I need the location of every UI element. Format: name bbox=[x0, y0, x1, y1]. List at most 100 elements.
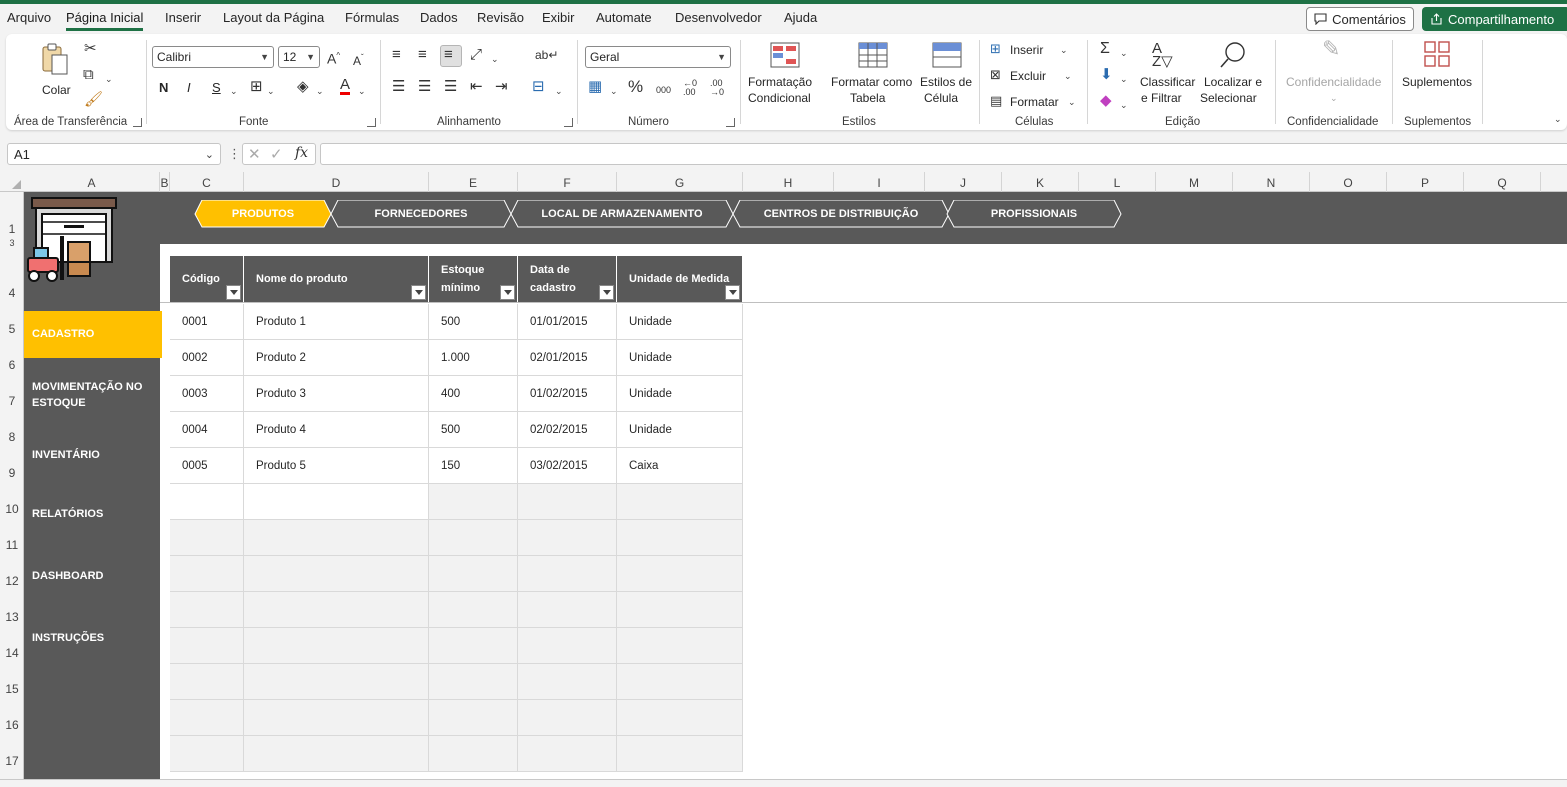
borders-icon[interactable]: ⊞ bbox=[250, 78, 263, 96]
cell-codigo[interactable]: 0002 bbox=[170, 340, 244, 376]
cell-nome[interactable]: Produto 4 bbox=[244, 412, 429, 448]
menu-exibir[interactable]: Exibir bbox=[542, 10, 575, 25]
menu-ajuda[interactable]: Ajuda bbox=[784, 10, 817, 25]
filter-dropdown-icon[interactable] bbox=[411, 285, 426, 300]
cell-data[interactable]: 03/02/2015 bbox=[518, 448, 617, 484]
row-header-14[interactable]: 14 bbox=[0, 646, 24, 660]
cancel-icon[interactable]: ✕ bbox=[248, 145, 261, 163]
format-cells-button[interactable]: ▤ Formatar ⌄ bbox=[990, 92, 1080, 112]
row-header-13[interactable]: 13 bbox=[0, 610, 24, 624]
chevron-down-icon[interactable]: ⌄ bbox=[1120, 44, 1128, 62]
name-box[interactable]: A1 ⌄ bbox=[7, 143, 221, 165]
format-painter-icon[interactable]: 🖌 bbox=[84, 91, 103, 109]
cell-nome[interactable]: Produto 2 bbox=[244, 340, 429, 376]
table-header-data[interactable]: Data de cadastro bbox=[518, 256, 617, 302]
cell-data[interactable]: 02/01/2015 bbox=[518, 340, 617, 376]
table-header-nome[interactable]: Nome do produto bbox=[244, 256, 429, 302]
align-top-icon[interactable]: ≡ bbox=[392, 46, 401, 64]
empty-cell[interactable] bbox=[170, 484, 244, 520]
row-header-12[interactable]: 12 bbox=[0, 574, 24, 588]
chevron-down-icon[interactable]: ⌄ bbox=[358, 82, 366, 100]
filter-dropdown-icon[interactable] bbox=[725, 285, 740, 300]
decrease-indent-icon[interactable]: ⇤ bbox=[470, 78, 483, 96]
format-as-table-button[interactable]: Formatar como Tabela bbox=[830, 40, 916, 106]
row-header-7[interactable]: 7 bbox=[0, 394, 24, 408]
sidebar-item-dashboard[interactable]: DASHBOARD bbox=[32, 568, 104, 584]
chevron-down-icon[interactable]: ⌄ bbox=[267, 82, 275, 100]
sidebar-item-inventario[interactable]: INVENTÁRIO bbox=[32, 447, 100, 463]
row-header-9[interactable]: 9 bbox=[0, 466, 24, 480]
sidebar-item-relatorios[interactable]: RELATÓRIOS bbox=[32, 506, 103, 522]
row-header-6[interactable]: 6 bbox=[0, 358, 24, 372]
menu-revisao[interactable]: Revisão bbox=[477, 10, 524, 25]
sensitivity-button[interactable]: ✎ Confidencialidade ⌄ bbox=[1282, 38, 1386, 106]
menu-pagina-inicial[interactable]: Página Inicial bbox=[66, 10, 144, 31]
bold-button[interactable]: N bbox=[159, 80, 168, 96]
cell-data[interactable]: 01/02/2015 bbox=[518, 376, 617, 412]
align-right-icon[interactable]: ☰ bbox=[444, 78, 457, 96]
row-header-8[interactable]: 8 bbox=[0, 430, 24, 444]
row-header-3[interactable]: 3 bbox=[0, 239, 24, 248]
table-header-unidade[interactable]: Unidade de Medida bbox=[617, 256, 743, 302]
column-header-a[interactable]: A bbox=[24, 172, 160, 192]
empty-cell[interactable] bbox=[617, 484, 743, 520]
fill-color-icon[interactable]: ◈ bbox=[297, 78, 309, 96]
menu-desenvolvedor[interactable]: Desenvolvedor bbox=[675, 10, 762, 25]
chevron-down-icon[interactable]: ⌄ bbox=[1120, 70, 1128, 88]
increase-indent-icon[interactable]: ⇥ bbox=[495, 78, 508, 96]
font-size-select[interactable]: 12 ▼ bbox=[278, 46, 320, 68]
tab-local-armazenamento[interactable]: LOCAL DE ARMAZENAMENTO bbox=[510, 200, 734, 228]
paste-button[interactable]: Colar bbox=[36, 40, 76, 100]
shrink-font-icon[interactable]: Aˇ bbox=[353, 49, 364, 70]
number-format-select[interactable]: Geral ▼ bbox=[585, 46, 731, 68]
number-launcher-icon[interactable] bbox=[726, 118, 735, 127]
sheet-tabs-bar[interactable] bbox=[0, 779, 1567, 787]
cell-estoque[interactable]: 500 bbox=[429, 304, 518, 340]
merge-center-icon[interactable]: ⊟ bbox=[532, 78, 545, 96]
empty-cell[interactable] bbox=[429, 484, 518, 520]
chevron-down-icon[interactable]: ⌄ bbox=[491, 50, 499, 68]
accounting-format-icon[interactable]: ▦ bbox=[588, 78, 602, 96]
cell-data[interactable]: 01/01/2015 bbox=[518, 304, 617, 340]
alignment-launcher-icon[interactable] bbox=[564, 118, 573, 127]
cell-estoque[interactable]: 1.000 bbox=[429, 340, 518, 376]
sidebar-item-movimentacao[interactable]: MOVIMENTAÇÃO NO ESTOQUE bbox=[32, 379, 142, 411]
cell-nome[interactable]: Produto 1 bbox=[244, 304, 429, 340]
fill-icon[interactable]: ⬇ bbox=[1100, 66, 1113, 84]
empty-row[interactable] bbox=[170, 520, 743, 556]
cell-nome[interactable]: Produto 5 bbox=[244, 448, 429, 484]
cell-unidade[interactable]: Unidade bbox=[617, 304, 743, 340]
chevron-down-icon[interactable]: ⌄ bbox=[1120, 96, 1128, 114]
italic-button[interactable]: I bbox=[187, 80, 191, 96]
empty-row[interactable] bbox=[170, 628, 743, 664]
copy-icon[interactable]: ⧉ bbox=[83, 66, 94, 84]
cell-unidade[interactable]: Unidade bbox=[617, 376, 743, 412]
decrease-decimal-icon[interactable]: .00 →0 bbox=[710, 79, 724, 97]
conditional-formatting-button[interactable]: Formatação Condicional bbox=[746, 40, 824, 106]
insert-function-icon[interactable]: fx bbox=[295, 145, 308, 161]
font-name-select[interactable]: Calibri ▼ bbox=[152, 46, 274, 68]
filter-dropdown-icon[interactable] bbox=[226, 285, 241, 300]
column-header-f[interactable]: F bbox=[518, 172, 617, 192]
table-header-codigo[interactable]: Código bbox=[170, 256, 244, 302]
row-header-4[interactable]: 4 bbox=[0, 286, 24, 300]
column-header-i[interactable]: I bbox=[834, 172, 925, 192]
row-header-5[interactable]: 5 bbox=[0, 322, 24, 336]
ribbon-collapse-icon[interactable]: ⌄ bbox=[1554, 110, 1562, 128]
font-color-icon[interactable]: A bbox=[340, 77, 351, 95]
insert-cells-button[interactable]: ⊞ Inserir ⌄ bbox=[990, 40, 1076, 60]
table-header-estoque[interactable]: Estoque mínimo bbox=[429, 256, 518, 302]
cell-nome[interactable]: Produto 3 bbox=[244, 376, 429, 412]
empty-row[interactable] bbox=[170, 592, 743, 628]
percent-icon[interactable]: % bbox=[628, 78, 643, 96]
filter-dropdown-icon[interactable] bbox=[500, 285, 515, 300]
column-header-l[interactable]: L bbox=[1079, 172, 1156, 192]
wrap-text-icon[interactable]: ab↵ bbox=[535, 46, 558, 64]
underline-button[interactable]: S bbox=[212, 80, 221, 96]
column-header-p[interactable]: P bbox=[1387, 172, 1464, 192]
row-header-16[interactable]: 16 bbox=[0, 718, 24, 732]
column-header-e[interactable]: E bbox=[429, 172, 518, 192]
chevron-down-icon[interactable]: ⌄ bbox=[610, 82, 618, 100]
tab-produtos[interactable]: PRODUTOS bbox=[194, 200, 332, 228]
empty-cell[interactable] bbox=[244, 484, 429, 520]
